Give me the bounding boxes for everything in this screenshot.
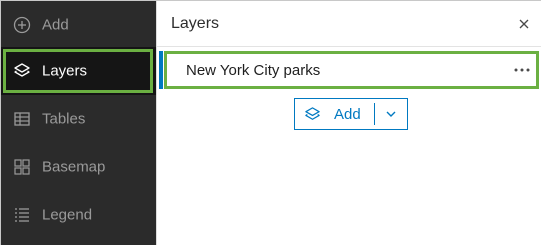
layers-icon [14, 63, 30, 77]
more-options-icon[interactable] [511, 61, 533, 79]
layers-icon [305, 107, 320, 120]
sidebar-item-basemap[interactable]: Basemap [1, 143, 156, 191]
panel-title: Layers [171, 15, 220, 32]
app-window: Add Layers Tables Basemap Legend Layers … [0, 0, 541, 245]
layer-name: New York City parks [186, 62, 321, 79]
layer-selection-indicator [159, 51, 163, 89]
close-icon[interactable] [515, 15, 533, 33]
add-layer-button[interactable]: Add [295, 99, 374, 129]
legend-icon [15, 208, 29, 222]
sidebar-item-label: Add [42, 16, 69, 34]
chevron-down-icon [386, 111, 396, 117]
sidebar: Add Layers Tables Basemap Legend [1, 1, 156, 245]
basemap-icon [14, 159, 30, 175]
add-circle-icon [13, 16, 31, 34]
add-dropdown-button[interactable] [375, 99, 408, 129]
add-button-label: Add [334, 106, 361, 123]
add-button-group: Add [294, 98, 408, 130]
sidebar-item-legend[interactable]: Legend [1, 191, 156, 239]
sidebar-item-label: Layers [42, 62, 88, 80]
panel-header: Layers [157, 1, 541, 47]
sidebar-item-layers[interactable]: Layers [1, 47, 156, 95]
layers-panel: Layers New York City parks Add [156, 1, 541, 245]
sidebar-item-label: Basemap [42, 158, 106, 176]
sidebar-item-tables[interactable]: Tables [1, 95, 156, 143]
sidebar-item-label: Tables [42, 110, 86, 128]
sidebar-item-label: Legend [42, 206, 93, 224]
sidebar-item-add[interactable]: Add [1, 1, 156, 49]
table-icon [14, 112, 30, 126]
layer-list-item[interactable]: New York City parks [159, 51, 539, 89]
